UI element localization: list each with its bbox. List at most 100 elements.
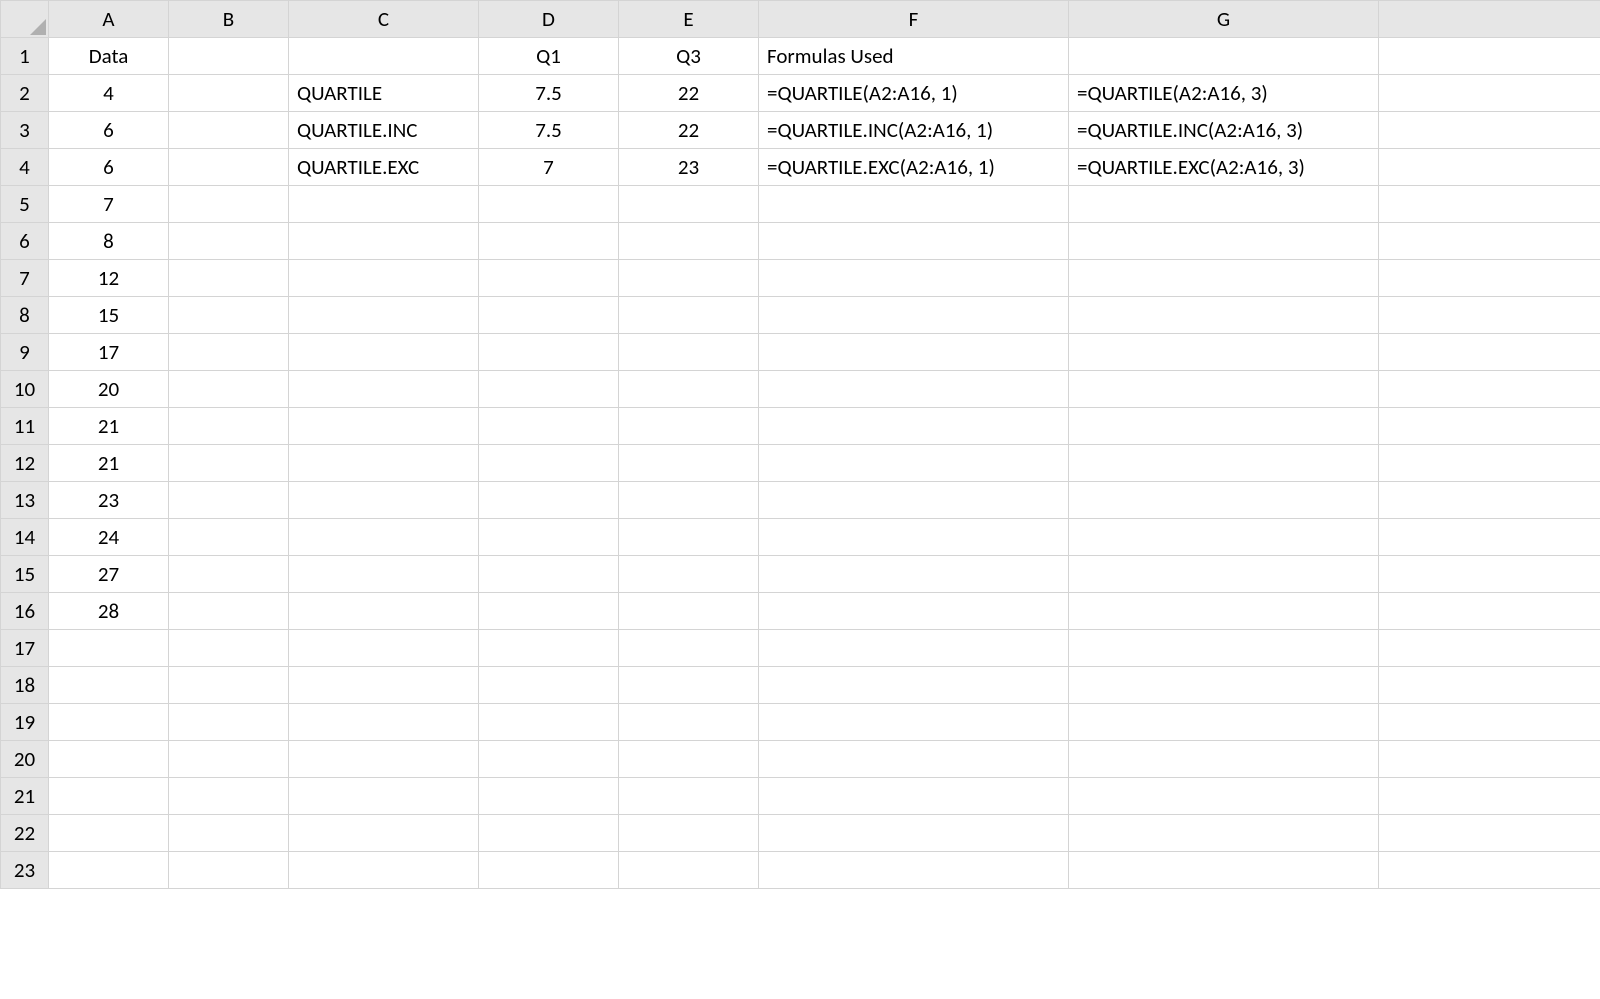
row-header-12[interactable]: 12 — [1, 445, 49, 482]
cell-H2[interactable] — [1379, 75, 1600, 112]
cell-E12[interactable] — [619, 445, 759, 482]
row-header-19[interactable]: 19 — [1, 704, 49, 741]
cell-A11[interactable]: 21 — [49, 408, 169, 445]
cell-E17[interactable] — [619, 630, 759, 667]
row-header-14[interactable]: 14 — [1, 519, 49, 556]
cell-B21[interactable] — [169, 778, 289, 815]
cell-B7[interactable] — [169, 260, 289, 297]
cell-H10[interactable] — [1379, 371, 1600, 408]
cell-A14[interactable]: 24 — [49, 519, 169, 556]
cell-B9[interactable] — [169, 334, 289, 371]
cell-C15[interactable] — [289, 556, 479, 593]
cell-A6[interactable]: 8 — [49, 223, 169, 260]
cell-D21[interactable] — [479, 778, 619, 815]
cell-H1[interactable] — [1379, 38, 1600, 75]
cell-C7[interactable] — [289, 260, 479, 297]
cell-F12[interactable] — [759, 445, 1069, 482]
cell-D3[interactable]: 7.5 — [479, 112, 619, 149]
row-header-16[interactable]: 16 — [1, 593, 49, 630]
cell-B11[interactable] — [169, 408, 289, 445]
cell-H7[interactable] — [1379, 260, 1600, 297]
cell-G5[interactable] — [1069, 186, 1379, 223]
cell-E10[interactable] — [619, 371, 759, 408]
cell-C10[interactable] — [289, 371, 479, 408]
cell-B23[interactable] — [169, 852, 289, 889]
cell-A10[interactable]: 20 — [49, 371, 169, 408]
cell-C6[interactable] — [289, 223, 479, 260]
cell-F15[interactable] — [759, 556, 1069, 593]
col-header-B[interactable]: B — [169, 1, 289, 38]
cell-G3[interactable]: =QUARTILE.INC(A2:A16, 3) — [1069, 112, 1379, 149]
cell-B12[interactable] — [169, 445, 289, 482]
col-header-D[interactable]: D — [479, 1, 619, 38]
cell-B19[interactable] — [169, 704, 289, 741]
row-header-9[interactable]: 9 — [1, 334, 49, 371]
cell-B16[interactable] — [169, 593, 289, 630]
cell-C20[interactable] — [289, 741, 479, 778]
cell-G2[interactable]: =QUARTILE(A2:A16, 3) — [1069, 75, 1379, 112]
cell-C13[interactable] — [289, 482, 479, 519]
cell-A1[interactable]: Data — [49, 38, 169, 75]
cell-A23[interactable] — [49, 852, 169, 889]
cell-D5[interactable] — [479, 186, 619, 223]
cell-A22[interactable] — [49, 815, 169, 852]
row-header-5[interactable]: 5 — [1, 186, 49, 223]
cell-E16[interactable] — [619, 593, 759, 630]
cell-D1[interactable]: Q1 — [479, 38, 619, 75]
cell-C12[interactable] — [289, 445, 479, 482]
cell-C23[interactable] — [289, 852, 479, 889]
cell-B5[interactable] — [169, 186, 289, 223]
cell-C21[interactable] — [289, 778, 479, 815]
col-header-A[interactable]: A — [49, 1, 169, 38]
cell-G14[interactable] — [1069, 519, 1379, 556]
cell-A12[interactable]: 21 — [49, 445, 169, 482]
cell-A19[interactable] — [49, 704, 169, 741]
cell-C22[interactable] — [289, 815, 479, 852]
cell-H20[interactable] — [1379, 741, 1600, 778]
cell-F1[interactable]: Formulas Used — [759, 38, 1069, 75]
cell-C5[interactable] — [289, 186, 479, 223]
cell-E22[interactable] — [619, 815, 759, 852]
cell-F2[interactable]: =QUARTILE(A2:A16, 1) — [759, 75, 1069, 112]
cell-A16[interactable]: 28 — [49, 593, 169, 630]
cell-A18[interactable] — [49, 667, 169, 704]
cell-D13[interactable] — [479, 482, 619, 519]
cell-F3[interactable]: =QUARTILE.INC(A2:A16, 1) — [759, 112, 1069, 149]
row-header-6[interactable]: 6 — [1, 223, 49, 260]
cell-H3[interactable] — [1379, 112, 1600, 149]
cell-A8[interactable]: 15 — [49, 297, 169, 334]
cell-B20[interactable] — [169, 741, 289, 778]
cell-D4[interactable]: 7 — [479, 149, 619, 186]
cell-A4[interactable]: 6 — [49, 149, 169, 186]
cell-D6[interactable] — [479, 223, 619, 260]
cell-C3[interactable]: QUARTILE.INC — [289, 112, 479, 149]
cell-G8[interactable] — [1069, 297, 1379, 334]
cell-A20[interactable] — [49, 741, 169, 778]
cell-H19[interactable] — [1379, 704, 1600, 741]
cell-E1[interactable]: Q3 — [619, 38, 759, 75]
cell-C17[interactable] — [289, 630, 479, 667]
cell-G13[interactable] — [1069, 482, 1379, 519]
cell-E20[interactable] — [619, 741, 759, 778]
cell-F17[interactable] — [759, 630, 1069, 667]
col-header-G[interactable]: G — [1069, 1, 1379, 38]
cell-A3[interactable]: 6 — [49, 112, 169, 149]
cell-H11[interactable] — [1379, 408, 1600, 445]
cell-B1[interactable] — [169, 38, 289, 75]
cell-F14[interactable] — [759, 519, 1069, 556]
cell-G16[interactable] — [1069, 593, 1379, 630]
cell-H12[interactable] — [1379, 445, 1600, 482]
cell-G21[interactable] — [1069, 778, 1379, 815]
cell-H6[interactable] — [1379, 223, 1600, 260]
cell-E9[interactable] — [619, 334, 759, 371]
cell-B2[interactable] — [169, 75, 289, 112]
row-header-4[interactable]: 4 — [1, 149, 49, 186]
cell-G12[interactable] — [1069, 445, 1379, 482]
cell-B13[interactable] — [169, 482, 289, 519]
cell-G19[interactable] — [1069, 704, 1379, 741]
cell-B6[interactable] — [169, 223, 289, 260]
cell-H16[interactable] — [1379, 593, 1600, 630]
cell-E19[interactable] — [619, 704, 759, 741]
cell-G10[interactable] — [1069, 371, 1379, 408]
cell-G23[interactable] — [1069, 852, 1379, 889]
